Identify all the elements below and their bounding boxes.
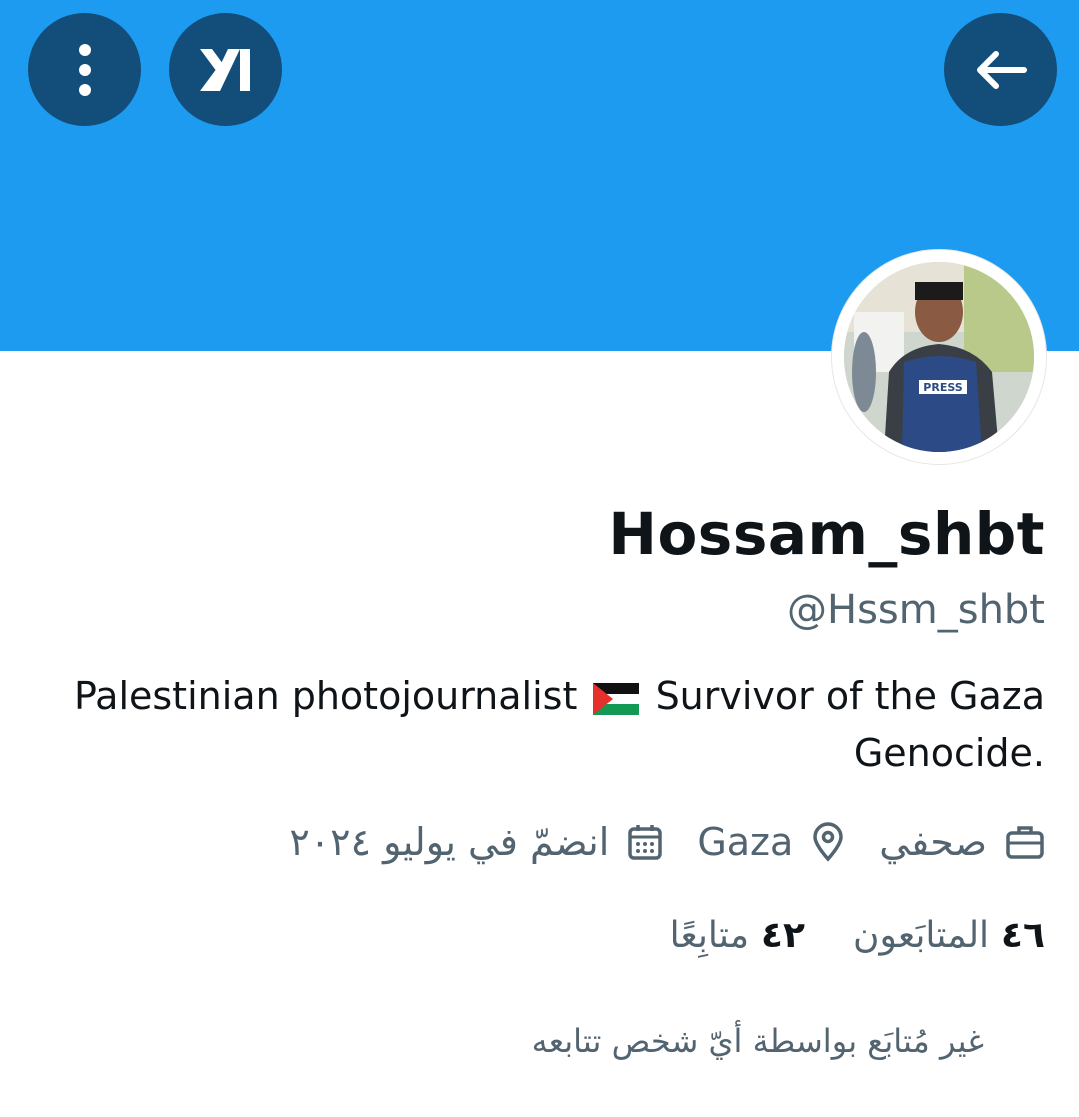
location-text: Gaza: [697, 820, 794, 864]
not-followed-note: غير مُتابَع بواسطة أيّ شخص تتابعه: [531, 1022, 984, 1060]
following-count: ٤٢: [761, 914, 805, 956]
back-button[interactable]: [944, 13, 1057, 126]
follow-stats: ٤٦ المتابَعون ٤٢ متابِعًا: [670, 905, 1045, 965]
svg-text:PRESS: PRESS: [923, 381, 962, 394]
bio-text-part2: Survivor of the Gaza Genocide.: [655, 674, 1045, 775]
location-pin-icon: [813, 822, 844, 862]
location-item: Gaza: [697, 820, 845, 864]
profile-bio: Palestinian photojournalist Survivor of …: [60, 668, 1045, 782]
display-name: Hossam_shbt: [608, 500, 1045, 568]
avatar-photo: PRESS: [844, 262, 1034, 452]
following-link[interactable]: ٤٢ متابِعًا: [670, 915, 805, 956]
following-label: متابِعًا: [669, 914, 750, 956]
joined-item: انضمّ في يوليو ٢٠٢٤: [289, 820, 663, 864]
bio-text-part1: Palestinian photojournalist: [73, 674, 578, 718]
briefcase-icon: [1006, 826, 1044, 859]
joined-text: انضمّ في يوليو ٢٠٢٤: [289, 820, 610, 864]
followers-count: ٤٦: [1001, 914, 1045, 956]
profile-avatar[interactable]: PRESS: [832, 250, 1046, 464]
more-vertical-icon: [78, 43, 91, 96]
user-handle: @Hssm_shbt: [787, 587, 1045, 633]
palestine-flag-icon: [593, 682, 640, 715]
more-options-button[interactable]: [28, 13, 141, 126]
grok-button[interactable]: [169, 13, 282, 126]
profession-item: صحفي: [879, 820, 1045, 864]
followers-label: المتابَعون: [853, 914, 990, 956]
calendar-icon: [628, 825, 663, 860]
grok-logo-icon: [199, 48, 250, 91]
profession-text: صحفي: [879, 820, 987, 864]
followers-link[interactable]: ٤٦ المتابَعون: [853, 915, 1045, 956]
arrow-back-icon: [976, 50, 1027, 89]
profile-meta: صحفي Gaza انضمّ في يوليو ٢٠٢٤: [289, 812, 1045, 872]
